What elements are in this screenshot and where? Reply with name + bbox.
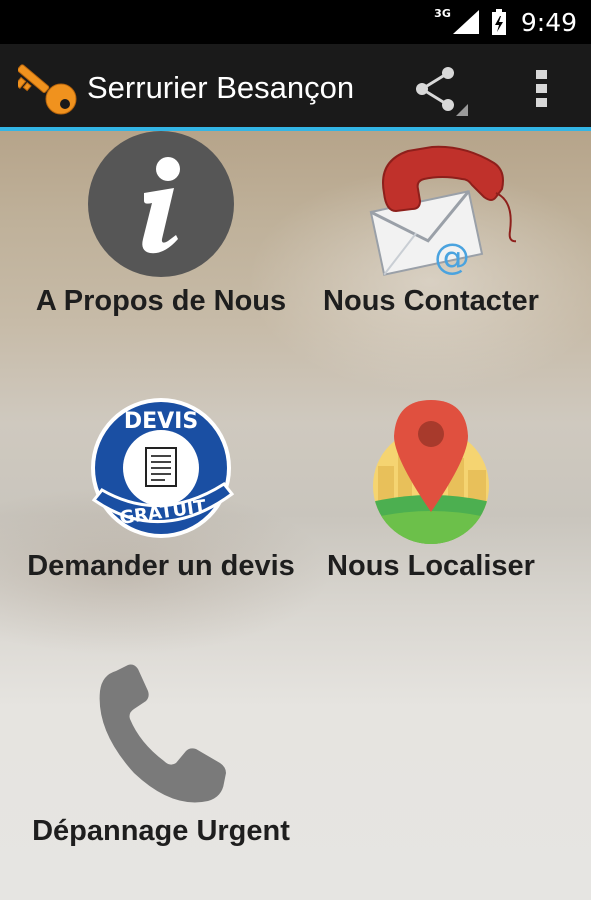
badge-top-text: DEVIS — [124, 409, 198, 434]
main-grid: A Propos de Nous @ Nous Contacter DEVIS … — [0, 131, 591, 900]
network-type-label: 3G — [434, 6, 451, 20]
tile-label: Demander un devis — [27, 550, 295, 582]
battery-icon — [491, 9, 506, 35]
tile-contact-us[interactable]: @ Nous Contacter — [296, 131, 566, 321]
overflow-menu-icon[interactable] — [530, 68, 554, 110]
tile-label: Nous Contacter — [323, 285, 539, 317]
info-icon — [88, 131, 234, 277]
clock: 9:49 — [520, 7, 577, 37]
map-pin-icon — [373, 400, 489, 544]
tile-locate-us[interactable]: Nous Localiser — [296, 396, 566, 586]
app-title: Serrurier Besançon — [87, 70, 355, 105]
status-bar: 3G 9:49 — [0, 0, 591, 44]
tile-label: A Propos de Nous — [35, 285, 287, 317]
tile-about-us[interactable]: A Propos de Nous — [26, 131, 296, 321]
svg-text:@: @ — [434, 237, 470, 278]
key-icon[interactable] — [18, 58, 80, 118]
tile-label: Dépannage Urgent — [32, 815, 290, 847]
phone-handset-icon — [99, 664, 226, 803]
action-bar: Serrurier Besançon — [0, 44, 591, 131]
share-icon[interactable] — [410, 64, 470, 116]
signal-icon — [452, 10, 479, 34]
tile-request-quote[interactable]: DEVIS GRATUIT Demander un devis — [26, 396, 296, 586]
tile-label: Nous Localiser — [327, 550, 535, 582]
phone-email-icon: @ — [369, 145, 516, 278]
devis-gratuit-badge-icon: DEVIS GRATUIT — [91, 398, 235, 538]
tile-emergency-service[interactable]: Dépannage Urgent — [26, 661, 296, 851]
